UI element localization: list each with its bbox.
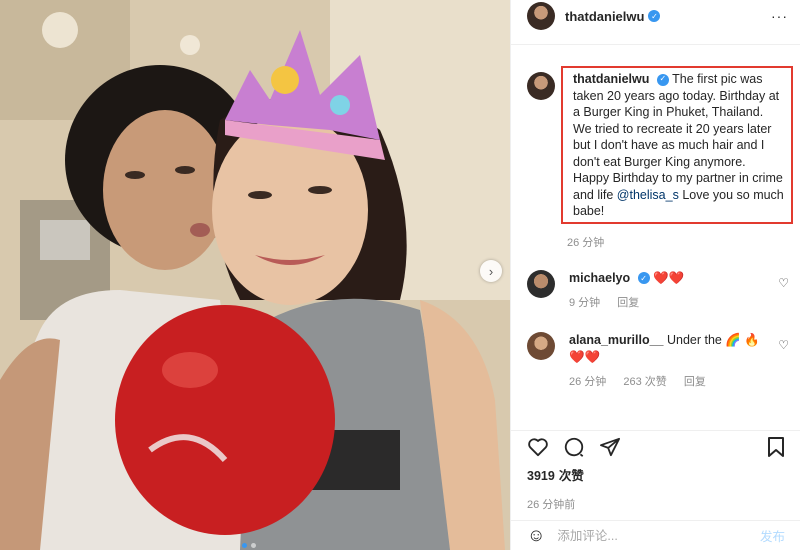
comments-section: thatdanielwu ✓ The first pic was taken 2… [511,56,800,426]
verified-badge-icon: ✓ [656,73,669,86]
comment-meta: 9 分钟 回复 [569,295,769,312]
comment-time: 26 分钟 [569,375,607,388]
verified-badge-icon: ✓ [648,10,661,22]
reply-button[interactable]: 回复 [684,376,706,388]
caption-highlight-box: thatdanielwu ✓ The first pic was taken 2… [561,66,793,224]
post-actions: 3919 次赞 26 分钟前 [511,430,800,512]
comment-username[interactable]: michaelyo [569,271,630,285]
caption: thatdanielwu ✓ The first pic was taken 2… [511,56,800,224]
author-username[interactable]: thatdanielwu [565,9,644,24]
share-send-icon[interactable] [599,437,621,457]
comment-time: 9 分钟 [569,296,601,309]
author-avatar[interactable] [527,2,555,30]
comment-item: alana_murillo__ Under the 🌈 🔥 ❤️❤️ 26 分钟… [511,331,800,391]
comment-likes[interactable]: 263 次赞 [623,376,666,388]
photo-scene [0,0,510,550]
carousel-dot [251,543,256,548]
carousel-dot-active [242,543,247,548]
comment-body: michaelyo ✓ ❤️❤️ 9 分钟 回复 [569,270,769,312]
comment-avatar[interactable] [527,269,555,298]
reply-button[interactable]: 回复 [617,297,639,309]
comment-text: ❤️❤️ [653,270,685,285]
like-heart-icon[interactable] [527,437,549,457]
caption-text: The first pic was taken 20 years ago tod… [573,72,783,202]
comment-bubble-icon[interactable] [563,436,585,458]
likes-number: 3919 [527,469,555,483]
verified-badge-icon: ✓ [637,272,650,285]
header-divider [511,44,800,45]
action-bar [527,433,785,461]
add-comment-bar: ☺ 发布 [511,520,800,550]
comment-avatar[interactable] [527,331,555,360]
caption-avatar[interactable] [527,72,555,100]
post-photo: › [0,0,510,550]
likes-count[interactable]: 3919 次赞 [527,465,785,484]
comment-like-icon[interactable]: ♡ [778,338,789,352]
post-comment-button[interactable]: 发布 [760,526,785,545]
comment-like-icon[interactable]: ♡ [778,276,789,290]
likes-suffix: 次赞 [558,469,584,483]
caption-meta: 26 分钟 [511,234,800,250]
carousel-dots [242,543,256,548]
caption-time: 26 分钟 [567,236,605,249]
caption-mention-link[interactable]: @thelisa_s [617,188,679,202]
comment-item: michaelyo ✓ ❤️❤️ 9 分钟 回复 ♡ [511,269,800,312]
emoji-icon[interactable]: ☺ [527,525,545,546]
comment-username[interactable]: alana_murillo__ [569,333,664,347]
comment-meta: 26 分钟 263 次赞 回复 [569,374,769,391]
more-options-icon[interactable]: ··· [771,8,788,24]
next-photo-button[interactable]: › [480,260,502,282]
comment-input[interactable] [557,528,760,543]
post-header: thatdanielwu ✓ ··· [511,0,800,32]
bookmark-icon[interactable] [767,436,785,458]
post-timestamp: 26 分钟前 [527,499,576,511]
post-sidebar: thatdanielwu ✓ ··· thatdanielwu ✓ The fi… [510,0,800,550]
comment-body: alana_murillo__ Under the 🌈 🔥 ❤️❤️ 26 分钟… [569,332,769,391]
caption-username[interactable]: thatdanielwu [573,72,649,86]
